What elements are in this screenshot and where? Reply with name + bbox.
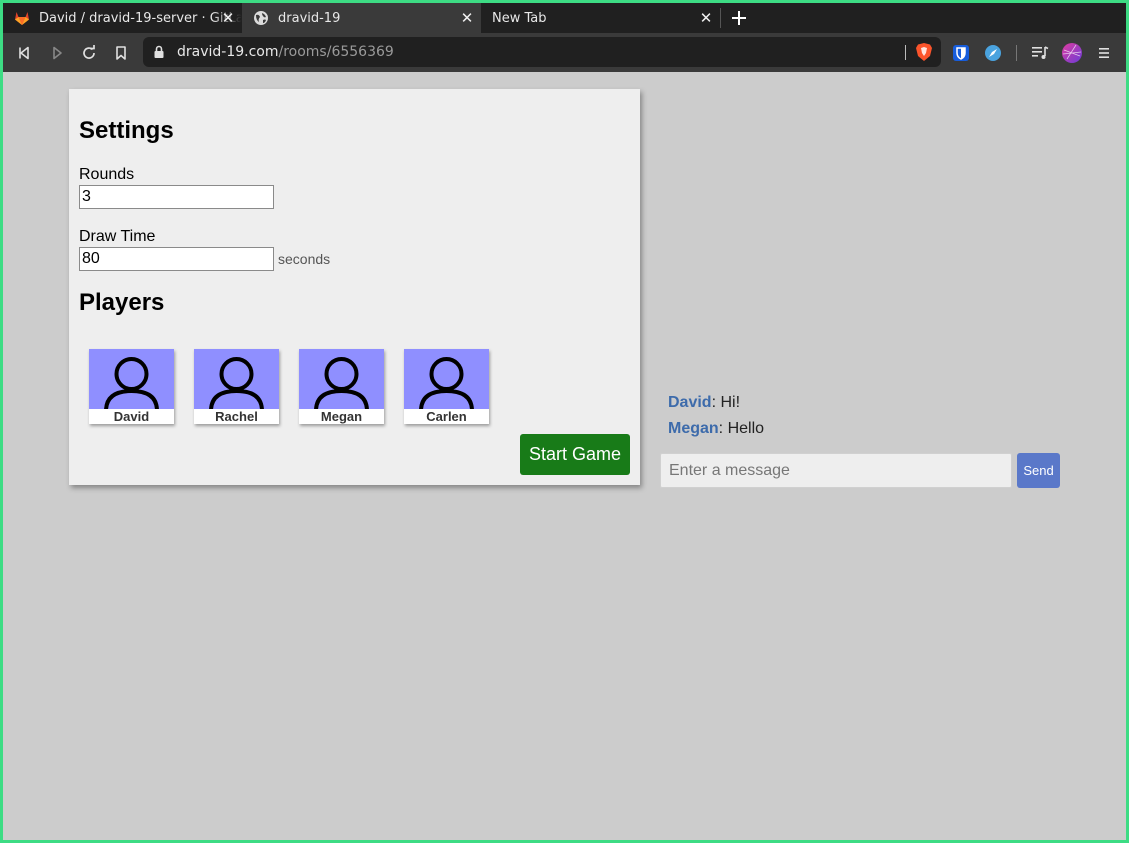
settings-heading: Settings [79,117,174,144]
reload-button[interactable] [73,37,105,69]
user-silhouette-icon [104,357,159,409]
extension-button[interactable] [977,37,1009,69]
tab-title: dravid-19 [278,10,341,26]
player-name: Rachel [215,409,258,424]
browser-toolbar: dravid-19.com/rooms/6556369 [3,33,1126,72]
tab-dravid[interactable]: dravid-19 ✕ [242,3,481,33]
hamburger-menu-icon [1099,47,1109,58]
reload-icon [83,44,95,59]
bookmark-button[interactable] [105,37,137,69]
address-bar[interactable]: dravid-19.com/rooms/6556369 [143,37,941,67]
player-name: Megan [320,409,363,424]
url-text: dravid-19.com/rooms/6556369 [177,44,394,60]
start-game-button[interactable]: Start Game [520,434,630,475]
back-button[interactable] [9,37,41,69]
new-tab-button[interactable] [721,3,757,33]
player-name: Carlen [426,409,467,424]
message-author: David [668,394,712,411]
chat-message: David: Hi! [668,394,740,412]
close-icon[interactable]: ✕ [459,10,475,26]
forward-icon [53,46,62,59]
menu-button[interactable] [1088,37,1120,69]
user-silhouette-icon [209,357,264,409]
toolbar-extensions [945,33,1126,72]
forward-button[interactable] [41,37,73,69]
gitlab-icon [14,10,30,26]
avatar [404,349,489,409]
send-button[interactable]: Send [1017,453,1060,488]
tab-title: New Tab [492,10,547,26]
player-card: Carlen [404,349,489,424]
player-card: Rachel [194,349,279,424]
brave-shields-icon[interactable] [915,42,933,62]
rounds-input[interactable] [79,185,274,209]
lock-icon [153,45,169,59]
chat-message: Megan: Hello [668,420,764,438]
globe-icon [253,10,269,26]
draw-time-label: Draw Time [79,228,156,245]
draw-time-unit: seconds [278,251,331,267]
message-text: : Hi! [711,394,741,411]
tab-strip: David / dravid-19-server · GitLab ✕ drav… [3,3,1126,33]
compass-extension-icon [985,44,1001,61]
playlist-icon [1032,45,1049,59]
url-host: dravid-19.com [177,44,279,60]
close-icon[interactable]: ✕ [220,10,236,26]
tab-title: David / dravid-19-server · GitLab [39,10,242,26]
toolbar-separator [1016,44,1017,61]
player-card: Megan [299,349,384,424]
back-icon [19,46,29,59]
players-heading: Players [79,289,165,316]
tab-gitlab[interactable]: David / dravid-19-server · GitLab ✕ [3,3,242,33]
user-silhouette-icon [419,357,474,409]
settings-panel: Settings Rounds Draw Time seconds Player… [69,89,640,485]
user-silhouette-icon [314,357,369,409]
profile-button[interactable] [1056,37,1088,69]
bitwarden-icon [953,44,969,61]
message-text: : Hello [718,420,765,437]
draw-time-input[interactable] [79,247,274,271]
url-path: /rooms/6556369 [278,44,394,60]
avatar [194,349,279,409]
page-content: Settings Rounds Draw Time seconds Player… [3,72,1126,840]
bookmark-icon [116,45,126,60]
browser-window: David / dravid-19-server · GitLab ✕ drav… [3,3,1126,840]
media-button[interactable] [1024,37,1056,69]
message-input[interactable] [660,453,1012,488]
rounds-label: Rounds [79,166,135,183]
close-icon[interactable]: ✕ [698,10,714,26]
plus-icon [732,11,746,25]
player-name: David [113,409,150,424]
player-card: David [89,349,174,424]
omnibox-divider [905,45,906,60]
avatar [89,349,174,409]
avatar [299,349,384,409]
tab-new[interactable]: New Tab ✕ [481,3,720,33]
avatar-icon [1062,42,1082,63]
message-author: Megan [668,420,719,437]
bitwarden-extension[interactable] [945,37,977,69]
